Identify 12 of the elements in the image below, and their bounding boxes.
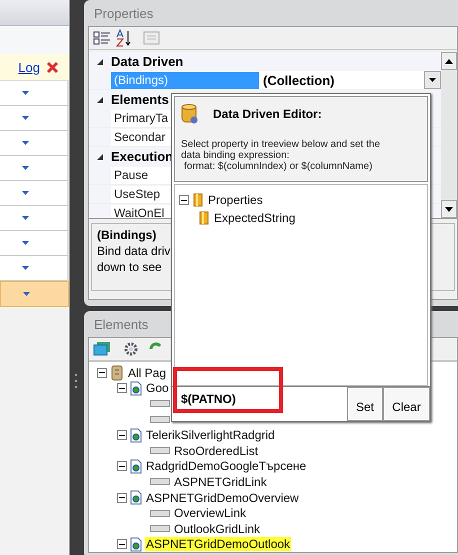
description-text: down to see — [97, 259, 163, 275]
description-text: Bind data driv — [97, 243, 172, 259]
description-title: (Bindings) — [97, 227, 158, 243]
editor-title: Data Driven Editor: — [213, 107, 322, 121]
category-label: Execution — [111, 149, 174, 164]
category-label: Data Driven — [111, 54, 184, 69]
panel-title: Properties — [93, 5, 154, 23]
format-text: format: $(columnIndex) or $(columnName) — [183, 161, 374, 172]
instructions-text: Select property in treeview below and set the data binding expression: — [181, 139, 381, 161]
property-value: (Collection) — [263, 72, 334, 88]
panel-title: Elements — [93, 316, 150, 334]
category-label: Elements — [111, 92, 169, 107]
